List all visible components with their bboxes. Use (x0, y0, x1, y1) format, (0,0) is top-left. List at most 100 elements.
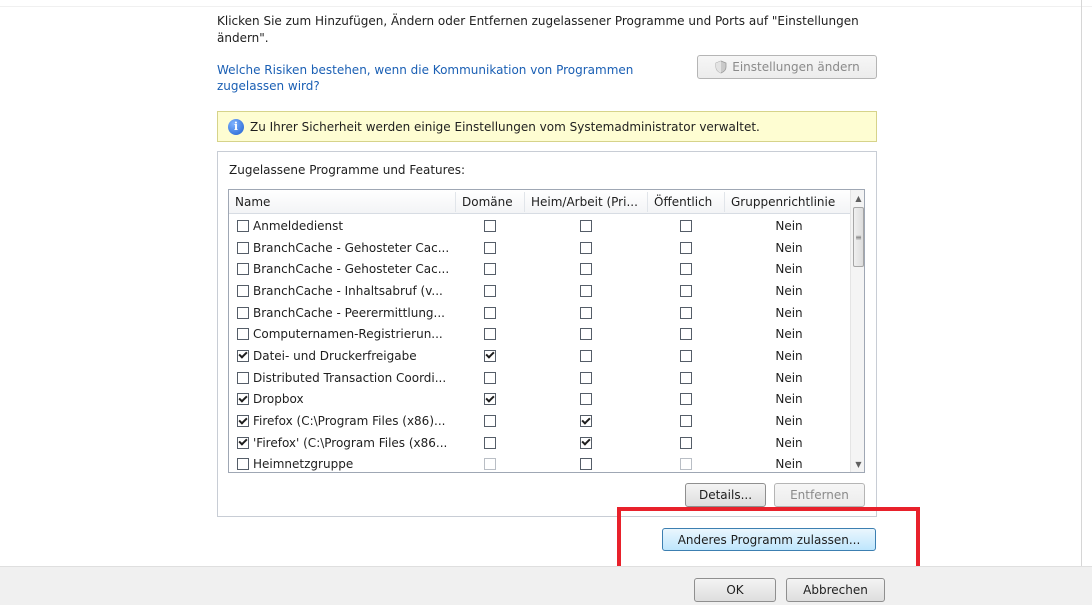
public-checkbox[interactable] (680, 349, 692, 362)
public-checkbox-cell (678, 389, 694, 411)
list-item[interactable]: Firefox (C:\Program Files (x86)... Nein (229, 410, 850, 432)
domain-checkbox-cell (482, 389, 498, 411)
program-enabled-checkbox[interactable] (237, 306, 249, 319)
programs-list[interactable]: Name Domäne Heim/Arbeit (Pri... Öffentli… (228, 189, 865, 473)
program-name: BranchCache - Inhaltsabruf (v... (253, 283, 443, 298)
home-work-checkbox[interactable] (580, 393, 592, 406)
program-enabled-checkbox[interactable] (237, 393, 249, 406)
home-work-checkbox[interactable] (580, 306, 592, 319)
program-enabled-checkbox[interactable] (237, 241, 249, 254)
domain-checkbox-cell (482, 258, 498, 280)
public-checkbox-cell (678, 454, 694, 472)
list-item[interactable]: Heimnetzgruppe Nein (229, 454, 850, 472)
group-policy-value: Nein (775, 218, 803, 233)
list-item[interactable]: Dropbox Nein (229, 389, 850, 411)
group-policy-value: Nein (775, 370, 803, 385)
domain-checkbox[interactable] (484, 306, 496, 319)
domain-checkbox[interactable] (484, 349, 496, 362)
home-work-checkbox[interactable] (580, 219, 592, 232)
public-checkbox[interactable] (680, 219, 692, 232)
program-enabled-checkbox[interactable] (237, 436, 249, 449)
program-enabled-checkbox[interactable] (237, 415, 249, 428)
public-checkbox[interactable] (680, 436, 692, 449)
public-checkbox[interactable] (680, 263, 692, 276)
vertical-scrollbar[interactable]: ▲ ≡ ▼ (850, 190, 864, 472)
domain-checkbox[interactable] (484, 436, 496, 449)
column-header-name[interactable]: Name (229, 190, 455, 214)
home-work-checkbox[interactable] (580, 263, 592, 276)
list-item[interactable]: BranchCache - Gehosteter Cac... Nein (229, 258, 850, 280)
list-item[interactable]: 'Firefox' (C:\Program Files (x86... Nein (229, 432, 850, 454)
home-work-checkbox[interactable] (580, 458, 592, 471)
home-work-checkbox-cell (578, 410, 594, 432)
scroll-thumb[interactable]: ≡ (853, 207, 864, 267)
program-name: Anmeldedienst (253, 218, 344, 233)
public-checkbox-cell (678, 280, 694, 302)
home-work-checkbox[interactable] (580, 284, 592, 297)
scroll-down-icon[interactable]: ▼ (851, 456, 864, 472)
public-checkbox[interactable] (680, 328, 692, 341)
domain-checkbox[interactable] (484, 263, 496, 276)
program-name: 'Firefox' (C:\Program Files (x86... (253, 435, 448, 450)
program-enabled-checkbox[interactable] (237, 219, 249, 232)
domain-checkbox[interactable] (484, 393, 496, 406)
public-checkbox[interactable] (680, 415, 692, 428)
public-checkbox[interactable] (680, 241, 692, 254)
list-item[interactable]: BranchCache - Gehosteter Cac... Nein (229, 237, 850, 259)
public-checkbox[interactable] (680, 284, 692, 297)
program-name-cell: Anmeldedienst (237, 215, 455, 237)
program-name-cell: BranchCache - Inhaltsabruf (v... (237, 280, 455, 302)
home-work-checkbox[interactable] (580, 328, 592, 341)
cancel-button[interactable]: Abbrechen (786, 578, 885, 602)
domain-checkbox[interactable] (484, 219, 496, 232)
risk-info-link[interactable]: Welche Risiken bestehen, wenn die Kommun… (217, 62, 667, 94)
home-work-checkbox[interactable] (580, 371, 592, 384)
list-item[interactable]: Distributed Transaction Coordi... Nein (229, 367, 850, 389)
change-settings-button[interactable]: Einstellungen ändern (697, 55, 877, 79)
column-header-public[interactable]: Öffentlich (648, 190, 724, 214)
public-checkbox[interactable] (680, 393, 692, 406)
domain-checkbox[interactable] (484, 371, 496, 384)
home-work-checkbox[interactable] (580, 415, 592, 428)
column-header-home[interactable]: Heim/Arbeit (Pri... (525, 190, 647, 214)
public-checkbox-cell (678, 258, 694, 280)
domain-checkbox[interactable] (484, 328, 496, 341)
details-button[interactable]: Details... (685, 483, 766, 507)
domain-checkbox-cell (482, 215, 498, 237)
domain-checkbox[interactable] (484, 241, 496, 254)
group-policy-value: Nein (775, 262, 803, 277)
program-enabled-checkbox[interactable] (237, 263, 249, 276)
program-enabled-checkbox[interactable] (237, 328, 249, 341)
public-checkbox[interactable] (680, 306, 692, 319)
list-item[interactable]: BranchCache - Inhaltsabruf (v... Nein (229, 280, 850, 302)
list-item[interactable]: Anmeldedienst Nein (229, 215, 850, 237)
home-work-checkbox[interactable] (580, 349, 592, 362)
domain-checkbox-cell (482, 432, 498, 454)
scroll-up-icon[interactable]: ▲ (851, 190, 864, 206)
domain-checkbox[interactable] (484, 458, 496, 471)
program-enabled-checkbox[interactable] (237, 371, 249, 384)
list-item[interactable]: Datei- und Druckerfreigabe Nein (229, 345, 850, 367)
program-enabled-checkbox[interactable] (237, 284, 249, 297)
domain-checkbox[interactable] (484, 284, 496, 297)
home-work-checkbox[interactable] (580, 436, 592, 449)
column-header-group-policy[interactable]: Gruppenrichtlinie (725, 190, 850, 214)
public-checkbox[interactable] (680, 371, 692, 384)
domain-checkbox-cell (482, 323, 498, 345)
remove-button[interactable]: Entfernen (774, 483, 865, 507)
program-name-cell: Computernamen-Registrierun... (237, 323, 455, 345)
program-enabled-checkbox[interactable] (237, 349, 249, 362)
home-work-checkbox-cell (578, 280, 594, 302)
ok-button[interactable]: OK (694, 578, 776, 602)
list-item[interactable]: Computernamen-Registrierun... Nein (229, 323, 850, 345)
home-work-checkbox-cell (578, 432, 594, 454)
program-enabled-checkbox[interactable] (237, 458, 249, 471)
domain-checkbox[interactable] (484, 415, 496, 428)
public-checkbox[interactable] (680, 458, 692, 471)
public-checkbox-cell (678, 432, 694, 454)
program-name-cell: Heimnetzgruppe (237, 454, 455, 472)
admin-info-bar: i Zu Ihrer Sicherheit werden einige Eins… (217, 111, 877, 142)
column-header-domain[interactable]: Domäne (456, 190, 524, 214)
list-item[interactable]: BranchCache - Peerermittlung... Nein (229, 302, 850, 324)
home-work-checkbox[interactable] (580, 241, 592, 254)
